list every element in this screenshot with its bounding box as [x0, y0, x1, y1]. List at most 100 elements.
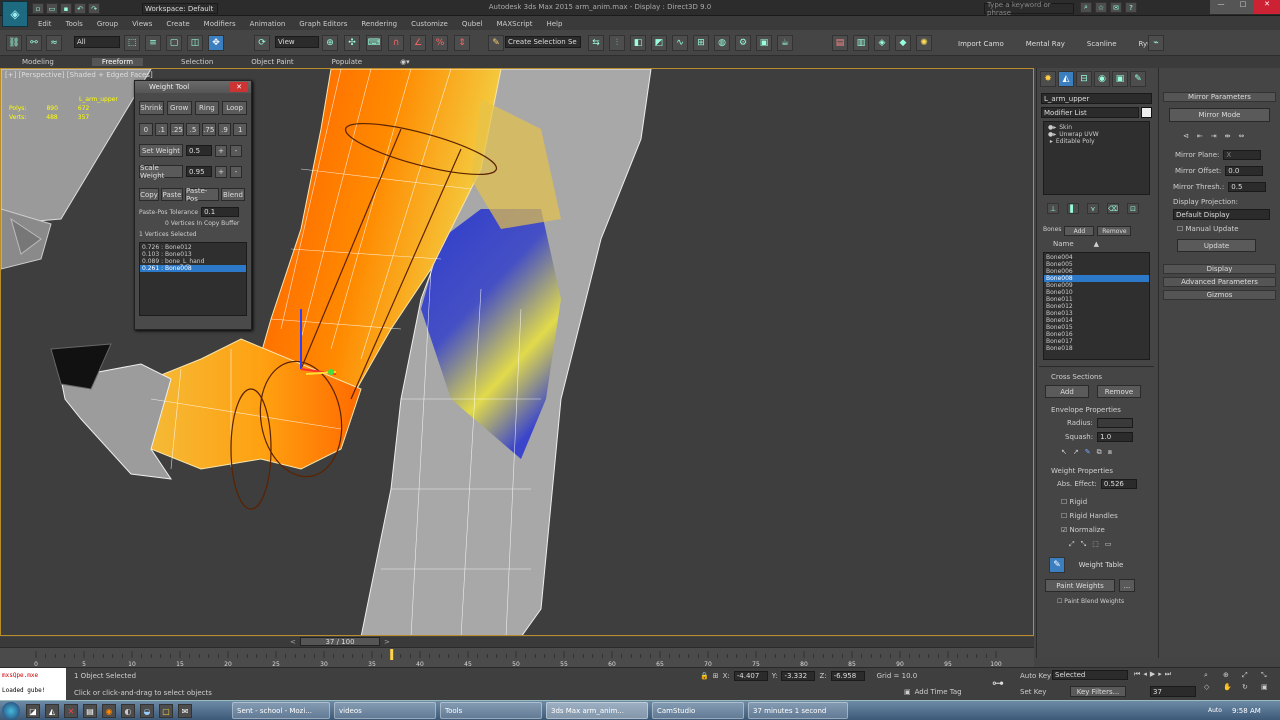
language-indicator[interactable]: Auto	[1208, 707, 1222, 714]
mirror-tool-5-icon[interactable]: ⇔	[1239, 132, 1245, 140]
window-crossing-icon[interactable]: ◫	[187, 35, 203, 51]
modifier-stack[interactable]: ●▸ Skin ●▸ Unwrap UVW ▸ Editable Poly	[1043, 121, 1150, 195]
motion-tab-icon[interactable]: ◉	[1094, 71, 1110, 87]
open-file-icon[interactable]: ▭	[46, 3, 58, 14]
light-bulb-icon[interactable]: ✺	[916, 35, 932, 51]
weight-01-button[interactable]: .1	[154, 123, 169, 136]
key-filters-button[interactable]: Key Filters...	[1070, 686, 1126, 697]
list-item[interactable]: 0.103 : Bone013	[140, 251, 246, 258]
paint-weights-button[interactable]: Paint Weights	[1045, 579, 1115, 592]
spinner-snap-icon[interactable]: ⇕	[454, 35, 470, 51]
normalize-checkbox[interactable]: ☑ Normalize	[1061, 523, 1156, 537]
pin-stack-icon[interactable]: ⊥	[1047, 203, 1059, 214]
zoom-extents-icon[interactable]: ⤢	[1242, 671, 1258, 680]
envelope-tool-4-icon[interactable]: ⧉	[1097, 448, 1102, 457]
weight-025-button[interactable]: .25	[170, 123, 185, 136]
mirror-icon[interactable]: ⇆	[588, 35, 604, 51]
script-button-4-icon[interactable]: ◆	[895, 35, 911, 51]
tab-freeform[interactable]: Freeform	[91, 58, 144, 66]
named-selection-dropdown[interactable]: Create Selection Se	[505, 36, 581, 48]
app-logo-icon[interactable]: ◈	[2, 1, 28, 27]
maximize-viewport-icon[interactable]: ▣	[1261, 683, 1277, 691]
extra-tool-icon[interactable]: ⌁	[1148, 35, 1164, 51]
new-file-icon[interactable]: ▫	[32, 3, 44, 14]
weight-tool-4-icon[interactable]: ▭	[1105, 540, 1112, 549]
percent-snap-icon[interactable]: %	[432, 35, 448, 51]
time-slider-thumb[interactable]: 37 / 100	[300, 637, 380, 646]
add-bone-button[interactable]: Add	[1064, 226, 1095, 236]
vertex-weight-list[interactable]: 0.726 : Bone012 0.103 : Bone013 0.089 : …	[139, 242, 247, 316]
bone-list[interactable]: Bone004 Bone005 Bone006 Bone008 Bone009 Bone0…	[1043, 252, 1150, 360]
graphite-tools-icon[interactable]: ◩	[651, 35, 667, 51]
mental-ray-button[interactable]: Mental Ray	[1026, 40, 1065, 48]
track-bar[interactable]: 0 5 10 15 20 25 30 35 40 45 50 55 60 65 70 75 80 85 90 95 10…	[0, 647, 1034, 668]
bind-space-warp-icon[interactable]: ≈	[46, 35, 62, 51]
pinned-app-3-icon[interactable]: ✕	[64, 704, 78, 718]
pinned-app-1-icon[interactable]: ◪	[26, 704, 40, 718]
weight-tool-2-icon[interactable]: ⤡	[1081, 540, 1087, 549]
taskbar-item[interactable]: 3ds Max arm_anim...	[546, 702, 648, 719]
pinned-app-4-icon[interactable]: ▤	[83, 704, 97, 718]
mirror-plane-dropdown[interactable]: X	[1223, 150, 1262, 160]
subscription-icon[interactable]: ☆	[1095, 2, 1107, 13]
weight-tool-icon[interactable]: ✎	[1049, 557, 1065, 573]
mirror-offset-field[interactable]: 0.0	[1225, 166, 1264, 176]
select-manipulate-icon[interactable]: ✣	[344, 35, 360, 51]
make-unique-icon[interactable]: ⋎	[1087, 203, 1099, 214]
envelope-tool-5-icon[interactable]: ⧈	[1108, 448, 1112, 457]
workspace-dropdown[interactable]: Workspace: Default	[142, 3, 218, 14]
weight-tool-titlebar[interactable]: Weight Tool ✕	[135, 81, 251, 93]
shrink-button[interactable]: Shrink	[139, 101, 164, 115]
envelope-tool-1-icon[interactable]: ↖	[1061, 448, 1067, 457]
modifier-color-swatch[interactable]	[1141, 107, 1152, 118]
pinned-app-6-icon[interactable]: ◐	[121, 704, 135, 718]
key-mode-icon[interactable]: ⊶	[992, 676, 1004, 690]
bone-list-item[interactable]: Bone011	[1044, 296, 1149, 303]
save-icon[interactable]: ▪	[60, 3, 72, 14]
menu-views[interactable]: Views	[132, 20, 152, 28]
weight-tool-dialog[interactable]: Weight Tool ✕ Shrink Grow Ring Loop 0 .1…	[134, 80, 252, 330]
weight-tool-close-button[interactable]: ✕	[230, 82, 248, 92]
squash-field[interactable]: 1.0	[1097, 432, 1134, 442]
advanced-parameters-rollout[interactable]: Advanced Parameters	[1163, 277, 1276, 287]
selected-dropdown[interactable]: Selected	[1052, 670, 1128, 680]
remove-bone-button[interactable]: Remove	[1097, 226, 1132, 236]
rectangular-selection-icon[interactable]: ▢	[166, 35, 182, 51]
menu-graph-editors[interactable]: Graph Editors	[299, 20, 347, 28]
menu-tools[interactable]: Tools	[66, 20, 83, 28]
menu-group[interactable]: Group	[97, 20, 118, 28]
weight-tool-3-icon[interactable]: ⬚	[1092, 540, 1099, 549]
set-weight-plus-button[interactable]: +	[215, 144, 227, 157]
cross-section-remove-button[interactable]: Remove	[1097, 385, 1141, 398]
tab-object-paint[interactable]: Object Paint	[251, 58, 293, 66]
edit-named-selection-icon[interactable]: ✎	[488, 35, 504, 51]
list-item[interactable]: 0.726 : Bone012	[140, 244, 246, 251]
menu-customize[interactable]: Customize	[411, 20, 448, 28]
import-camo-button[interactable]: Import Camo	[958, 40, 1004, 48]
select-move-icon[interactable]: ✥	[208, 35, 224, 51]
taskbar-item[interactable]: videos	[334, 702, 436, 719]
weight-075-button[interactable]: .75	[201, 123, 216, 136]
modifier-list-dropdown[interactable]: Modifier List	[1041, 107, 1139, 118]
weight-09-button[interactable]: .9	[217, 123, 232, 136]
material-editor-icon[interactable]: ◍	[714, 35, 730, 51]
mirror-parameters-rollout[interactable]: Mirror Parameters	[1163, 92, 1276, 102]
paste-button[interactable]: Paste	[161, 188, 183, 201]
bone-list-item[interactable]: Bone015	[1044, 324, 1149, 331]
rigid-checkbox[interactable]: ☐ Rigid	[1061, 495, 1156, 509]
weight-0-button[interactable]: 0	[139, 123, 153, 136]
set-key-button[interactable]: Set Key	[1020, 688, 1046, 696]
time-slider[interactable]: < 37 / 100 >	[0, 637, 1034, 647]
pinned-app-7-icon[interactable]: ◒	[140, 704, 154, 718]
mirror-tool-4-icon[interactable]: ⇹	[1225, 132, 1231, 140]
menu-edit[interactable]: Edit	[38, 20, 52, 28]
current-frame-field[interactable]: 37	[1150, 686, 1196, 697]
bone-list-item[interactable]: Bone012	[1044, 303, 1149, 310]
taskbar-item[interactable]: 37 minutes 1 second	[748, 702, 848, 719]
hierarchy-tab-icon[interactable]: ⊟	[1076, 71, 1092, 87]
paint-blend-weights-checkbox[interactable]: ☐ Paint Blend Weights	[1037, 592, 1156, 605]
bone-list-item[interactable]: Bone013	[1044, 310, 1149, 317]
angle-snap-icon[interactable]: ∠	[410, 35, 426, 51]
script-button-3-icon[interactable]: ◈	[874, 35, 890, 51]
maxscript-listener[interactable]: mxsQpe.mxe Loaded gube!	[0, 668, 66, 700]
